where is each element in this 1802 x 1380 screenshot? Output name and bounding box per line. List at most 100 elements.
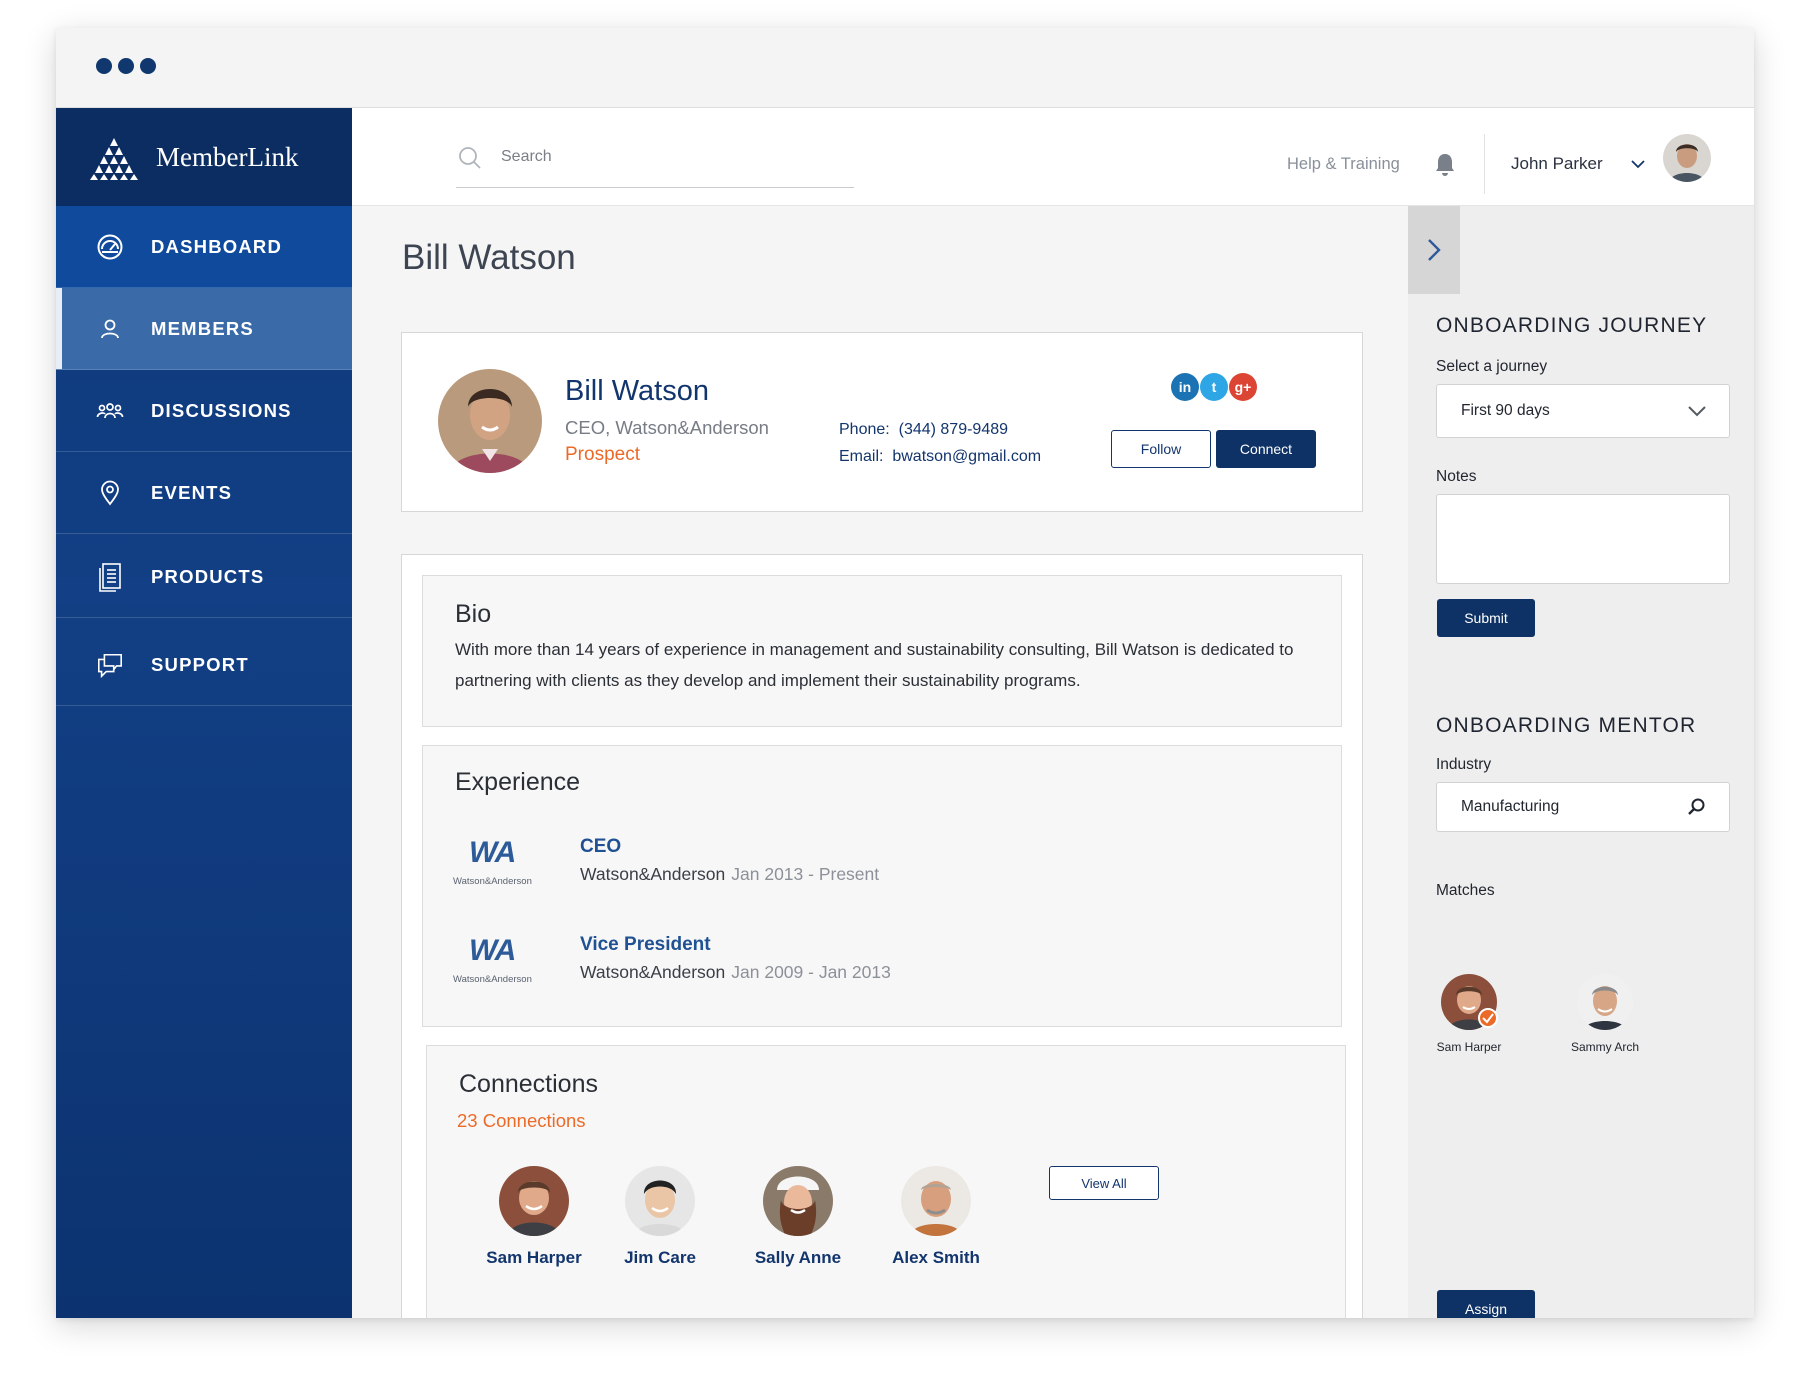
- profile-avatar: [438, 369, 542, 473]
- connection-name: Sally Anne: [754, 1248, 842, 1267]
- connection-name: Alex Smith: [892, 1248, 980, 1267]
- nav-label-events: EVENTS: [151, 481, 233, 503]
- company-logo: WA Watson&Anderson: [453, 836, 532, 887]
- search-icon: [459, 147, 481, 169]
- brand-name: MemberLink: [156, 142, 299, 172]
- linkedin-icon[interactable]: in: [1171, 373, 1199, 401]
- mentor-match-name: Sammy Arch: [1570, 1040, 1639, 1054]
- top-bar: Help & Training John Parker: [352, 108, 1754, 206]
- follow-button[interactable]: Follow: [1111, 430, 1211, 468]
- avatar: [625, 1166, 695, 1236]
- profile-details-card: Bio With more than 14 years of experienc…: [401, 554, 1363, 1318]
- connection-card[interactable]: Alex Smith: [871, 1166, 1001, 1268]
- mentor-match-card[interactable]: Sammy Arch: [1550, 974, 1660, 1054]
- avatar: [1577, 974, 1633, 1030]
- nav-item-support[interactable]: SUPPORT: [56, 624, 352, 706]
- window-dot-2[interactable]: [118, 58, 134, 74]
- contact-email: Email: bwatson@gmail.com: [839, 448, 1041, 466]
- notification-bell-icon[interactable]: [1434, 152, 1456, 178]
- nav-label-discussions: DISCUSSIONS: [151, 399, 292, 421]
- search-icon[interactable]: [1687, 797, 1707, 817]
- user-avatar[interactable]: [1663, 134, 1711, 182]
- topbar-divider: [1484, 134, 1485, 194]
- notes-textarea[interactable]: [1436, 494, 1730, 584]
- company-logo: WA Watson&Anderson: [453, 934, 532, 985]
- connection-card[interactable]: Jim Care: [595, 1166, 725, 1268]
- connections-count-link[interactable]: 23 Connections: [457, 1110, 586, 1132]
- window-dot-1[interactable]: [96, 58, 112, 74]
- sidebar: MemberLink DASHBOARD MEMBERS DISCUSSIONS: [56, 108, 352, 1318]
- connection-name: Sam Harper: [486, 1248, 582, 1267]
- avatar: [901, 1166, 971, 1236]
- experience-dates: Jan 2009 - Jan 2013: [731, 962, 891, 982]
- journey-select[interactable]: First 90 days: [1436, 384, 1730, 438]
- connection-card[interactable]: Sam Harper: [469, 1166, 599, 1268]
- memberlink-logo-icon: [90, 138, 138, 180]
- assign-button[interactable]: Assign: [1437, 1290, 1535, 1318]
- search-input[interactable]: [501, 148, 831, 166]
- view-all-button[interactable]: View All: [1049, 1166, 1159, 1200]
- connect-button[interactable]: Connect: [1216, 430, 1316, 468]
- experience-company: Watson&Anderson Jan 2013 - Present: [580, 864, 880, 884]
- brand-header[interactable]: MemberLink: [56, 108, 352, 206]
- chat-icon: [96, 651, 124, 679]
- experience-dates: Jan 2013 - Present: [731, 864, 880, 884]
- connections-section: Connections 23 Connections Sam Harper Ji…: [426, 1045, 1346, 1318]
- onboarding-journey-title: ONBOARDING JOURNEY: [1436, 314, 1708, 337]
- window-titlebar: [56, 28, 1754, 108]
- nav-label-members: MEMBERS: [151, 317, 254, 339]
- experience-title-ceo[interactable]: CEO: [580, 836, 621, 858]
- location-pin-icon: [96, 479, 124, 507]
- google-plus-icon[interactable]: g+: [1229, 373, 1257, 401]
- chevron-down-icon: [1688, 406, 1706, 417]
- nav-item-dashboard[interactable]: DASHBOARD: [56, 206, 352, 288]
- main-content: Bill Watson Bill Watson CEO, Watson&Ande…: [352, 206, 1408, 1318]
- submit-button[interactable]: Submit: [1437, 599, 1535, 637]
- journey-select-value: First 90 days: [1461, 402, 1550, 419]
- user-icon: [96, 315, 124, 343]
- document-icon: [96, 562, 124, 592]
- user-name[interactable]: John Parker: [1511, 154, 1603, 174]
- onboarding-mentor-title: ONBOARDING MENTOR: [1436, 714, 1697, 737]
- nav-item-members[interactable]: MEMBERS: [56, 288, 352, 370]
- industry-search-field[interactable]: Manufacturing: [1436, 782, 1730, 832]
- nav-item-discussions[interactable]: DISCUSSIONS: [56, 370, 352, 452]
- phone-value: (344) 879-9489: [898, 421, 1009, 438]
- chevron-down-icon[interactable]: [1630, 158, 1646, 170]
- collapse-panel-toggle[interactable]: [1408, 206, 1460, 294]
- profile-status: Prospect: [565, 444, 640, 465]
- contact-phone: Phone: (344) 879-9489: [839, 421, 1008, 439]
- avatar: [499, 1166, 569, 1236]
- nav-item-events[interactable]: EVENTS: [56, 452, 352, 534]
- mentor-match-name: Sam Harper: [1436, 1040, 1502, 1054]
- chevron-right-icon: [1428, 239, 1441, 261]
- connection-name: Jim Care: [624, 1248, 696, 1267]
- nav-label-products: PRODUCTS: [151, 565, 265, 587]
- experience-title-vp[interactable]: Vice President: [580, 934, 711, 956]
- help-training-link[interactable]: Help & Training: [1287, 155, 1400, 174]
- industry-label: Industry: [1436, 756, 1492, 773]
- connection-card[interactable]: Sally Anne: [733, 1166, 863, 1268]
- onboarding-panel: ONBOARDING JOURNEY Select a journey Firs…: [1408, 206, 1754, 1318]
- search-bar[interactable]: [456, 146, 854, 188]
- selected-check-icon: [1478, 1008, 1498, 1028]
- phone-label: Phone:: [839, 421, 890, 438]
- twitter-icon[interactable]: t: [1200, 373, 1228, 401]
- nav-label-dashboard: DASHBOARD: [151, 235, 283, 257]
- window-dot-3[interactable]: [140, 58, 156, 74]
- avatar: [763, 1166, 833, 1236]
- nav-label-support: SUPPORT: [151, 653, 249, 675]
- nav-item-products[interactable]: PRODUCTS: [56, 536, 352, 618]
- mentor-match-card[interactable]: Sam Harper: [1414, 974, 1524, 1054]
- experience-title: Experience: [455, 768, 581, 796]
- select-journey-label: Select a journey: [1436, 358, 1548, 375]
- email-value[interactable]: bwatson@gmail.com: [892, 448, 1041, 465]
- bio-title: Bio: [455, 600, 492, 628]
- dashboard-icon: [96, 233, 124, 261]
- page-title: Bill Watson: [402, 238, 576, 277]
- bio-text: With more than 14 years of experience in…: [455, 640, 1294, 690]
- matches-label: Matches: [1436, 882, 1495, 899]
- email-label: Email:: [839, 448, 884, 465]
- profile-card: Bill Watson CEO, Watson&Anderson Prospec…: [401, 332, 1363, 512]
- notes-label: Notes: [1436, 468, 1477, 485]
